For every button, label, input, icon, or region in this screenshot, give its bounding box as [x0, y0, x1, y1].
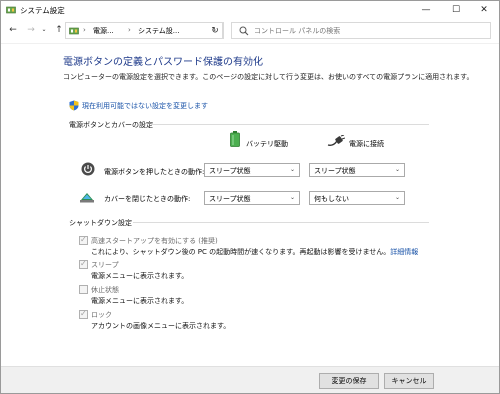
sleep-description: 電源メニューに表示されます。 — [91, 272, 189, 280]
search-input[interactable]: コントロール パネルの検索 — [231, 22, 491, 39]
shutdown-section-heading: シャットダウン設定 — [69, 219, 132, 227]
lock-description: アカウントの画像メニューに表示されます。 — [91, 322, 231, 330]
hibernate-description: 電源メニューに表示されます。 — [91, 297, 189, 305]
section-divider — [151, 124, 429, 125]
search-icon — [239, 26, 249, 36]
lid-close-plugged-select[interactable]: 何もしない ⌄ — [309, 191, 405, 205]
fast-startup-description-text: これにより、シャットダウン後の PC の起動時間が速くなります。再起動は影響を受… — [91, 248, 391, 256]
power-button-plugged-select[interactable]: スリープ状態 ⌄ — [309, 163, 405, 177]
page-description: コンピューターの電源設定を選択できます。このページの設定に対して行う変更は、お使… — [63, 73, 474, 81]
chevron-down-icon: ⌄ — [394, 166, 400, 173]
breadcrumb-system-settings[interactable]: システム設... — [138, 26, 179, 36]
forward-arrow-icon[interactable]: → — [24, 23, 38, 37]
section-divider — [133, 222, 429, 223]
chevron-down-icon: ⌄ — [394, 194, 400, 201]
lid-close-battery-select[interactable]: スリープ状態 ⌄ — [204, 191, 300, 205]
lock-label: ロック — [91, 311, 112, 319]
power-section-heading: 電源ボタンとカバーの設定 — [69, 121, 153, 129]
chevron-down-icon: ⌄ — [289, 166, 295, 173]
select-value: スリープ状態 — [209, 167, 251, 175]
lock-checkbox[interactable]: ✓ — [79, 309, 88, 319]
battery-icon — [230, 131, 240, 147]
checkmark-icon: ✓ — [80, 235, 87, 244]
search-placeholder: コントロール パネルの検索 — [254, 27, 341, 35]
recent-locations-chevron-icon[interactable]: ⌄ — [40, 23, 48, 37]
toolbar-divider — [1, 43, 499, 44]
navigation-bar: ← → ⌄ ↑ › 電源... › システム設... ⌄ ↻ コントロール パネ… — [1, 19, 499, 43]
select-value: 何もしない — [314, 195, 349, 203]
minimize-button[interactable]: — — [411, 1, 441, 19]
hibernate-checkbox[interactable] — [79, 285, 88, 294]
power-plug-icon — [327, 135, 345, 146]
select-value: スリープ状態 — [209, 195, 251, 203]
page-title: 電源ボタンの定義とパスワード保護の有効化 — [63, 57, 263, 68]
fast-startup-description: これにより、シャットダウン後の PC の起動時間が速くなります。再起動は影響を受… — [91, 247, 418, 257]
power-button-battery-select[interactable]: スリープ状態 ⌄ — [204, 163, 300, 177]
column-header-battery: バッテリ駆動 — [246, 140, 288, 148]
cancel-button[interactable]: キャンセル — [384, 373, 434, 389]
fast-startup-label: 高速スタートアップを有効にする (推奨) — [91, 237, 218, 245]
footer-bar: 変更の保存 キャンセル — [1, 366, 499, 393]
fast-startup-checkbox[interactable]: ✓ — [79, 235, 88, 245]
breadcrumb-separator-icon[interactable]: › — [128, 26, 131, 34]
power-button-icon — [81, 162, 95, 176]
select-value: スリープ状態 — [314, 167, 356, 175]
save-changes-button[interactable]: 変更の保存 — [319, 373, 379, 389]
sleep-label: スリープ — [91, 261, 119, 269]
checkmark-icon: ✓ — [80, 259, 87, 268]
title-bar: システム設定 — ☐ ✕ — [1, 1, 499, 19]
laptop-lid-icon — [80, 193, 94, 203]
control-panel-icon — [69, 27, 79, 35]
refresh-icon[interactable]: ↻ — [207, 22, 224, 39]
column-header-plugged-in: 電源に接続 — [349, 140, 384, 148]
checkmark-icon: ✓ — [80, 309, 87, 318]
back-arrow-icon[interactable]: ← — [6, 23, 20, 37]
sleep-checkbox[interactable]: ✓ — [79, 259, 88, 269]
power-button-action-label: 電源ボタンを押したときの動作: — [104, 168, 205, 176]
uac-shield-icon — [69, 100, 79, 111]
close-button[interactable]: ✕ — [469, 1, 499, 19]
breadcrumb-chevron-icon[interactable]: › — [83, 26, 86, 34]
change-settings-link-text[interactable]: 現在利用可能ではない設定を変更します — [82, 101, 208, 111]
more-info-link[interactable]: 詳細情報 — [390, 248, 418, 256]
breadcrumb-power-options[interactable]: 電源... — [93, 26, 114, 36]
hibernate-label: 休止状態 — [91, 286, 119, 294]
chevron-down-icon: ⌄ — [289, 194, 295, 201]
control-panel-icon — [6, 6, 16, 14]
maximize-button[interactable]: ☐ — [441, 1, 471, 19]
address-bar[interactable]: › 電源... › システム設... ⌄ — [65, 22, 223, 39]
lid-close-action-label: カバーを閉じたときの動作: — [104, 195, 191, 203]
up-arrow-icon[interactable]: ↑ — [52, 23, 66, 37]
system-settings-window: システム設定 — ☐ ✕ ← → ⌄ ↑ › 電源... › システム設... … — [0, 0, 500, 394]
window-title: システム設定 — [20, 6, 65, 15]
